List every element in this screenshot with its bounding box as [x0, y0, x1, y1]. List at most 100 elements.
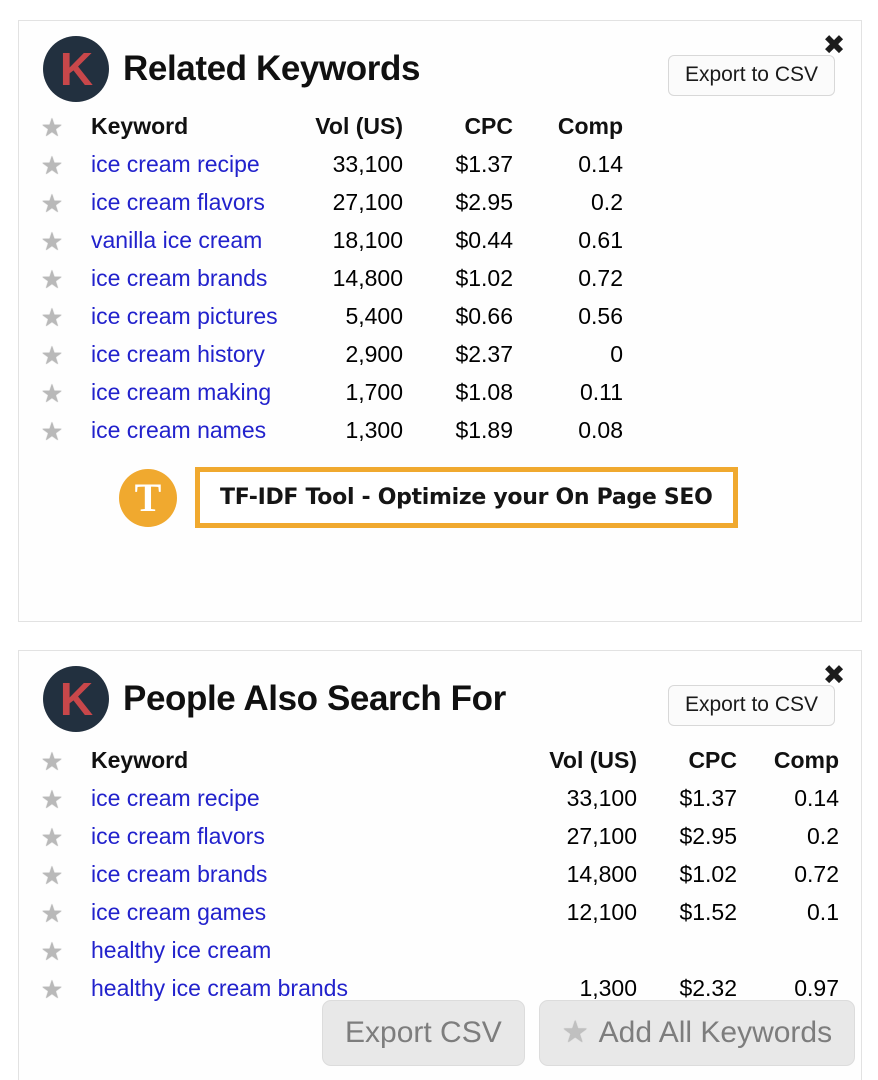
star-icon[interactable]: ★ [41, 229, 63, 254]
keywords-everywhere-logo-icon: K [43, 666, 109, 732]
row-star-cell[interactable]: ★ [19, 221, 85, 259]
pasf-header: K People Also Search For Export to CSV [19, 651, 861, 732]
keyword-link[interactable]: ice cream making [91, 379, 271, 405]
pasf-keywords-table: ★ Keyword Vol (US) CPC Comp ★ ice cream … [19, 741, 861, 1007]
table-row: ★ vanilla ice cream 18,100 $0.44 0.61 [19, 221, 861, 259]
star-column-header: ★ [19, 107, 85, 145]
keyword-link[interactable]: ice cream brands [91, 861, 267, 887]
comp-column-header: Comp [557, 113, 623, 139]
keyword-cell: healthy ice cream [85, 931, 531, 969]
row-star-cell[interactable]: ★ [19, 145, 85, 183]
row-star-cell[interactable]: ★ [19, 893, 85, 931]
star-icon[interactable]: ★ [41, 305, 63, 330]
star-icon[interactable]: ★ [41, 901, 63, 926]
star-icon[interactable]: ★ [41, 419, 63, 444]
comp-cell: 0.56 [578, 303, 623, 329]
volume-cell: 27,100 [332, 189, 403, 215]
keyword-link[interactable]: ice cream pictures [91, 303, 278, 329]
star-icon[interactable]: ★ [41, 191, 63, 216]
keyword-link[interactable]: ice cream games [91, 899, 266, 925]
volume-cell: 33,100 [332, 151, 403, 177]
row-star-cell[interactable]: ★ [19, 335, 85, 373]
keyword-column-header: Keyword [91, 113, 189, 139]
screen: ✖ K Related Keywords Export to CSV ★ Key… [0, 0, 878, 1080]
star-icon[interactable]: ★ [41, 977, 63, 1002]
comp-cell: 0.11 [579, 379, 623, 405]
volume-column-header: Vol (US) [549, 746, 637, 773]
export-csv-button[interactable]: Export CSV [322, 1000, 525, 1066]
star-icon[interactable]: ★ [41, 343, 63, 368]
keyword-cell: ice cream making [85, 373, 275, 411]
star-icon[interactable]: ★ [41, 153, 63, 178]
star-icon: ★ [561, 1015, 589, 1050]
volume-cell [531, 931, 651, 969]
keyword-column-header: Keyword [91, 747, 189, 773]
keyword-link[interactable]: healthy ice cream [91, 937, 271, 963]
row-star-cell[interactable]: ★ [19, 969, 85, 1007]
comp-cell: 0.08 [578, 417, 623, 443]
keyword-link[interactable]: ice cream brands [91, 265, 267, 291]
spacer-cell [635, 373, 861, 411]
comp-cell: 0.61 [578, 227, 623, 253]
row-star-cell[interactable]: ★ [19, 411, 85, 449]
row-star-cell[interactable]: ★ [19, 297, 85, 335]
export-to-csv-button[interactable]: Export to CSV [667, 55, 835, 96]
cpc-cell: $2.37 [455, 341, 513, 367]
table-row: ★ ice cream flavors 27,100 $2.95 0.2 [19, 183, 861, 221]
tfidf-promo: T TF-IDF Tool - Optimize your On Page SE… [119, 467, 861, 528]
star-icon[interactable]: ★ [41, 267, 63, 292]
comp-cell: 0.2 [807, 823, 839, 849]
keyword-cell: ice cream games [85, 893, 531, 931]
comp-cell: 0.2 [591, 189, 623, 215]
cpc-cell: $1.02 [679, 861, 737, 887]
related-keywords-header: K Related Keywords Export to CSV [19, 21, 861, 102]
export-csv-label: Export CSV [345, 1016, 502, 1049]
star-icon[interactable]: ★ [41, 787, 63, 812]
keyword-link[interactable]: healthy ice cream brands [91, 975, 348, 1001]
row-star-cell[interactable]: ★ [19, 931, 85, 969]
table-row: ★ ice cream recipe 33,100 $1.37 0.14 [19, 145, 861, 183]
star-icon[interactable]: ★ [41, 381, 63, 406]
keyword-cell: ice cream names [85, 411, 275, 449]
row-star-cell[interactable]: ★ [19, 373, 85, 411]
cpc-column-header: CPC [688, 747, 737, 773]
keyword-link[interactable]: ice cream history [91, 341, 265, 367]
keyword-link[interactable]: vanilla ice cream [91, 227, 262, 253]
page-title: Related Keywords [123, 49, 421, 88]
tfidf-logo-icon: T [119, 468, 177, 527]
tfidf-tool-link[interactable]: TF-IDF Tool - Optimize your On Page SEO [195, 467, 738, 528]
star-icon: ★ [40, 747, 64, 776]
volume-cell: 14,800 [566, 860, 637, 887]
cpc-cell: $0.44 [455, 227, 513, 253]
cpc-cell: $1.52 [679, 899, 737, 925]
star-icon[interactable]: ★ [41, 825, 63, 850]
related-keywords-table: ★ Keyword Vol (US) CPC Comp ★ ice cream … [19, 107, 861, 449]
row-star-cell[interactable]: ★ [19, 779, 85, 817]
add-all-keywords-label: Add All Keywords [598, 1016, 833, 1049]
export-to-csv-button[interactable]: Export to CSV [667, 685, 835, 726]
row-star-cell[interactable]: ★ [19, 183, 85, 221]
star-icon[interactable]: ★ [41, 939, 63, 964]
cpc-cell: $1.37 [455, 151, 513, 177]
keyword-link[interactable]: ice cream recipe [91, 785, 260, 811]
cpc-cell [651, 931, 751, 969]
keyword-link[interactable]: ice cream names [91, 417, 266, 443]
table-row: ★ ice cream history 2,900 $2.37 0 [19, 335, 861, 373]
comp-cell: 0.72 [578, 265, 623, 291]
row-star-cell[interactable]: ★ [19, 817, 85, 855]
table-header-row: ★ Keyword Vol (US) CPC Comp [19, 741, 861, 779]
row-star-cell[interactable]: ★ [19, 855, 85, 893]
cpc-cell: $1.37 [679, 785, 737, 811]
volume-cell: 1,300 [345, 417, 403, 443]
row-star-cell[interactable]: ★ [19, 259, 85, 297]
keyword-link[interactable]: ice cream flavors [91, 189, 265, 215]
comp-cell: 0.1 [807, 899, 839, 925]
volume-cell: 18,100 [332, 227, 403, 253]
add-all-keywords-button[interactable]: ★ Add All Keywords [538, 1000, 856, 1066]
table-header-row: ★ Keyword Vol (US) CPC Comp [19, 107, 861, 145]
star-icon[interactable]: ★ [41, 863, 63, 888]
volume-column-header: Vol (US) [315, 113, 403, 139]
keyword-link[interactable]: ice cream recipe [91, 151, 260, 177]
keyword-link[interactable]: ice cream flavors [91, 823, 265, 849]
volume-cell: 2,900 [345, 341, 403, 367]
